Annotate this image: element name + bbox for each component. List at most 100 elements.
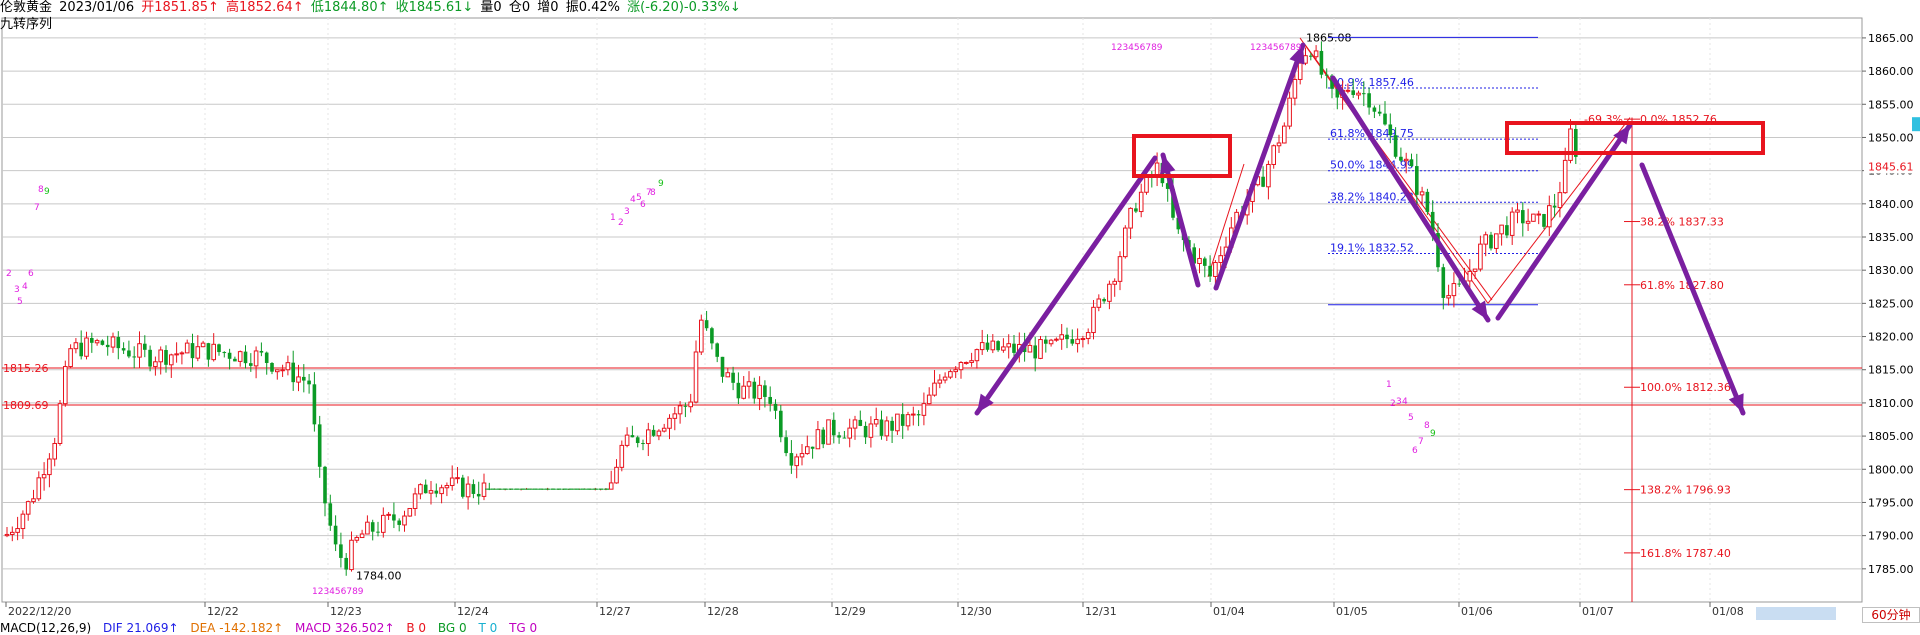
y-tick-label: 1860.00: [1868, 65, 1914, 78]
horizontal-levels: 1815.261809.691784.001865.08: [2, 31, 1862, 582]
candlestick-series: [4, 41, 1578, 576]
candle-body: [1383, 113, 1387, 125]
low-price: 低1844.80↑: [310, 0, 389, 15]
candle-body: [116, 336, 121, 349]
td-sequence-label: 123456789: [312, 587, 364, 597]
y-tick-label: 1850.00: [1868, 131, 1914, 144]
price-chart[interactable]: 1815.261809.691784.001865.08 80.9% 1857.…: [0, 0, 1920, 633]
candle-body: [270, 362, 274, 372]
candle-body: [1483, 234, 1489, 245]
candle-body: [381, 514, 386, 533]
candle-body: [979, 342, 985, 351]
candle-body: [179, 352, 185, 355]
candle-body: [94, 340, 100, 344]
y-tick-label: 1795.00: [1868, 496, 1914, 509]
candle-body: [847, 427, 853, 439]
candle-body: [36, 477, 42, 500]
candle-body: [1065, 334, 1069, 340]
candle-body: [1033, 345, 1037, 359]
candle-body: [4, 533, 10, 537]
candle-body: [1054, 338, 1059, 341]
candle-body: [630, 435, 635, 438]
candle-body: [31, 498, 36, 503]
time-axis: 2022/12/20 12/22 12/23 12/24 12/27 12/28 12/29…: [5, 602, 1744, 618]
candle-body: [137, 343, 142, 358]
candle-body: [911, 413, 916, 416]
candle-body: [852, 419, 858, 429]
candle-body: [1012, 343, 1016, 353]
candle-body: [810, 446, 815, 449]
td-sequence-label: 3: [14, 285, 20, 295]
candle-body: [47, 458, 52, 476]
candle-body: [815, 429, 821, 450]
candle-body: [132, 356, 136, 358]
td-sequence-label: 9: [44, 187, 50, 197]
td-sequence-label: 4: [22, 282, 28, 292]
candle-body: [243, 351, 248, 364]
candle-body: [174, 353, 179, 356]
candle-body: [779, 410, 783, 438]
fib-projection-label: 138.2% 1796.93: [1640, 484, 1731, 497]
candle-body: [704, 320, 709, 329]
candle-body: [672, 413, 678, 419]
candle-body: [407, 507, 413, 517]
candle-body: [1287, 97, 1292, 127]
candle-body: [476, 493, 481, 497]
candle-body: [1531, 213, 1536, 222]
candle-body: [68, 348, 73, 368]
candle-body: [757, 384, 762, 400]
time-scrollbar[interactable]: [1756, 607, 1836, 620]
candle-body: [1266, 163, 1271, 188]
candle-body: [958, 362, 964, 371]
candle-body: [1525, 220, 1531, 224]
candle-body: [344, 557, 348, 570]
timeframe-selector[interactable]: 60分钟: [1862, 607, 1920, 623]
td-sequence-label: 9: [1430, 429, 1436, 439]
candle-body: [948, 371, 953, 378]
quote-date: 2023/01/06: [59, 0, 135, 15]
candle-body: [895, 413, 900, 432]
td-sequence-label: 7: [1418, 437, 1424, 447]
candle-body: [656, 430, 662, 437]
x-tick-label: 12/30: [960, 605, 992, 618]
price-marker: [1912, 117, 1920, 132]
candle-body: [190, 343, 195, 359]
candle-body: [1446, 295, 1451, 299]
candle-body: [195, 346, 201, 359]
candle-body: [873, 419, 879, 425]
close-price: 收1845.61↓: [395, 0, 474, 15]
candle-body: [799, 453, 805, 458]
candle-body: [789, 453, 794, 466]
y-tick-label: 1865.00: [1868, 32, 1914, 45]
candle-body: [444, 485, 450, 489]
candle-body: [1107, 283, 1112, 302]
candle-body: [1494, 233, 1499, 249]
candle-body: [1547, 205, 1552, 228]
candle-body: [1478, 243, 1483, 270]
candle-body: [323, 466, 327, 504]
candle-body: [746, 381, 752, 387]
candle-body: [121, 348, 126, 351]
candle-body: [253, 350, 259, 367]
candle-body: [249, 363, 253, 366]
quote-header: 伦敦黄金 2023/01/06 开1851.85↑ 高1852.64↑ 低184…: [0, 0, 744, 16]
channel-line: [1487, 117, 1631, 304]
candle-body: [688, 401, 694, 408]
candle-body: [1144, 176, 1149, 193]
candle-body: [768, 396, 772, 404]
candle-body: [1059, 334, 1065, 340]
candle-body: [164, 349, 168, 365]
candle-body: [222, 352, 227, 354]
candle-body: [608, 482, 614, 490]
candle-body: [354, 537, 360, 541]
candle-body: [635, 437, 640, 444]
candle-body: [752, 381, 757, 399]
candle-body: [397, 520, 401, 525]
candle-body: [1509, 211, 1515, 236]
candle-body: [79, 342, 83, 357]
y-tick-label: 1785.00: [1868, 563, 1914, 576]
candle-body: [237, 351, 243, 362]
candle-body: [884, 420, 890, 437]
candle-body: [996, 341, 1000, 351]
candle-body: [763, 385, 767, 397]
